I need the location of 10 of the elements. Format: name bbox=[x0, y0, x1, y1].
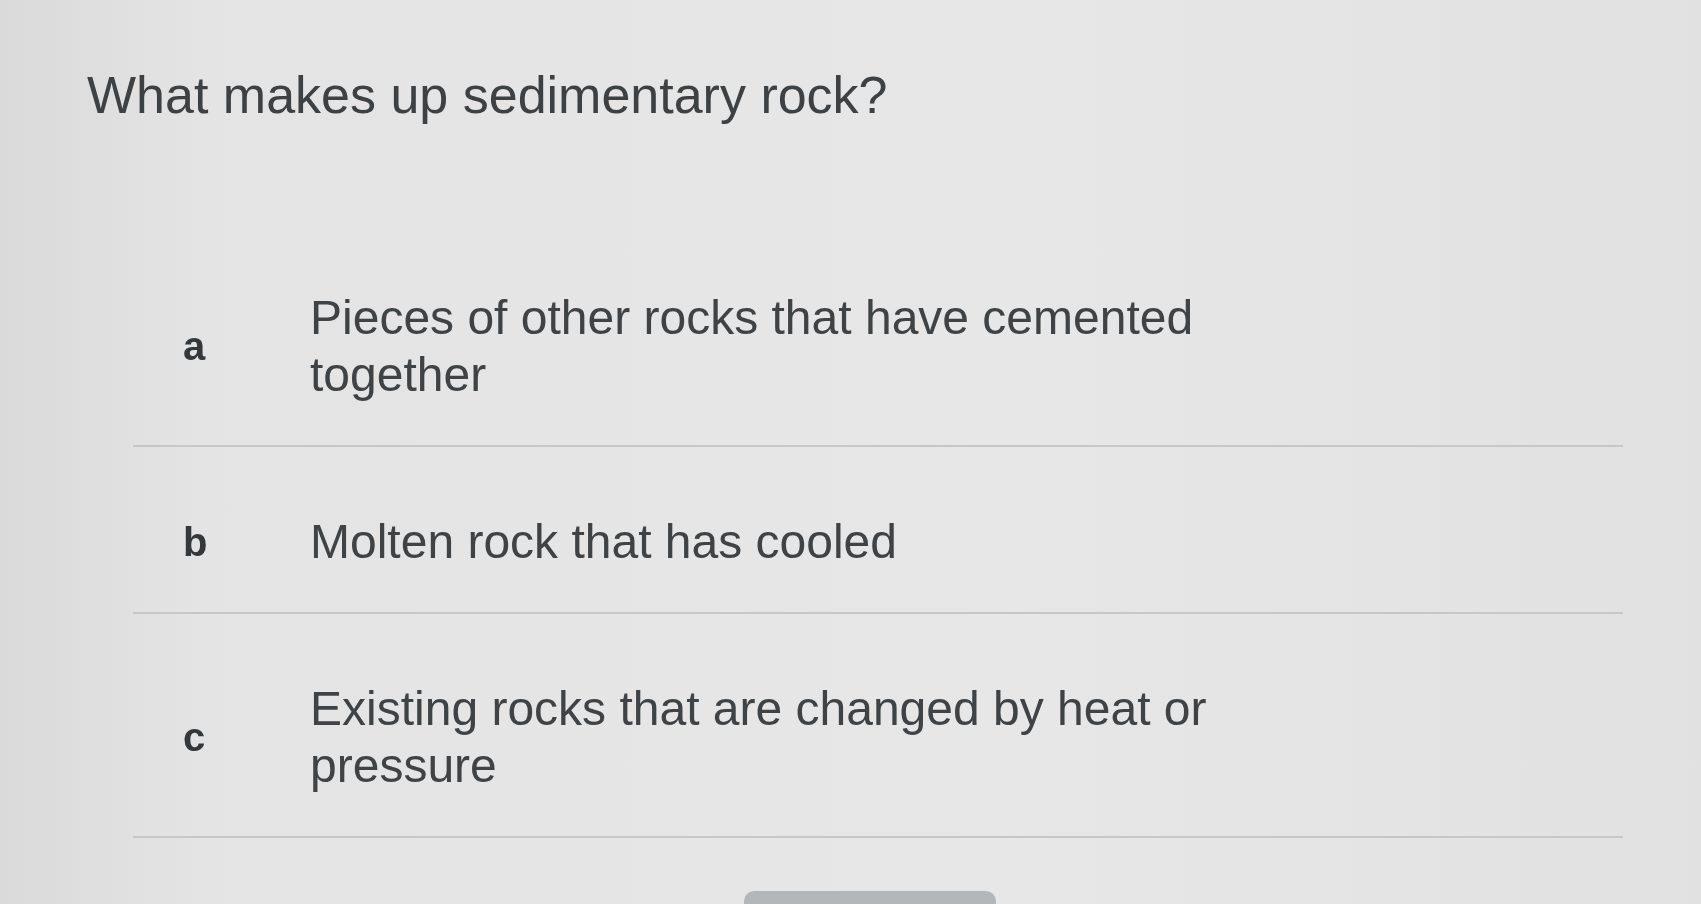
option-letter: b bbox=[183, 518, 208, 565]
answer-option[interactable]: b Molten rock that has cooled bbox=[133, 447, 1623, 614]
answer-option[interactable]: c Existing rocks that are changed by heat or pressure bbox=[133, 614, 1623, 838]
question-text: What makes up sedimentary rock? bbox=[87, 65, 888, 126]
option-text: Molten rock that has cooled bbox=[310, 514, 898, 570]
option-letter: a bbox=[183, 323, 206, 369]
answer-option[interactable]: a Pieces of other rocks that have cemented together bbox=[133, 223, 1623, 447]
option-text: Existing rocks that are changed by heat or pressure bbox=[310, 681, 1208, 794]
option-text: Pieces of other rocks that have cemented together bbox=[310, 290, 1195, 403]
option-letter: c bbox=[183, 714, 206, 760]
